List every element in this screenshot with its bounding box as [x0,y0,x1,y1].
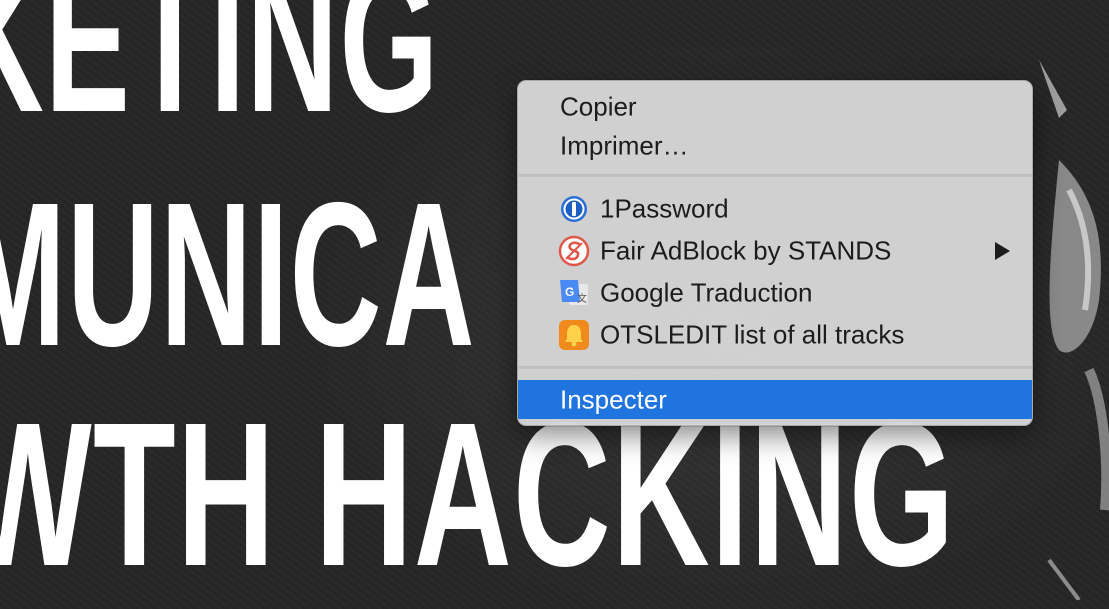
menu-item-1password[interactable]: 1Password [518,189,1032,229]
google-translate-icon: G 文 [560,280,588,305]
menu-item-copy[interactable]: Copier [518,87,1032,127]
menu-item-label: Copier [560,91,637,122]
1password-icon [561,196,587,222]
menu-separator [518,174,1032,177]
menu-item-label: Imprimer… [560,130,689,161]
menu-item-inspect[interactable]: Inspecter [518,380,1032,419]
menu-separator [518,366,1032,369]
menu-item-label: Fair AdBlock by STANDS [600,235,892,266]
menu-item-otsledit[interactable]: OTSLEDIT list of all tracks [518,315,1032,355]
menu-item-label: 1Password [600,193,729,224]
menu-item-label: Google Traduction [600,277,813,308]
svg-text:G: G [565,285,574,299]
menu-item-print[interactable]: Imprimer… [518,126,1032,166]
menu-item-label: Inspecter [560,384,667,414]
submenu-arrow-icon [995,242,1010,260]
fair-adblock-icon [558,235,590,267]
menu-item-fair-adblock[interactable]: Fair AdBlock by STANDS [518,231,1032,271]
menu-item-google-translate[interactable]: G 文 Google Traduction [518,273,1032,313]
context-menu: Copier Imprimer… 1Password Fair AdBlock … [517,80,1033,426]
svg-text:文: 文 [577,292,587,305]
menu-item-label: OTSLEDIT list of all tracks [600,319,905,350]
poster-headline-line-1: KETING [0,0,440,155]
poster-headline-line-2: MUNICA [0,160,476,389]
otsledit-bell-icon [559,320,589,350]
